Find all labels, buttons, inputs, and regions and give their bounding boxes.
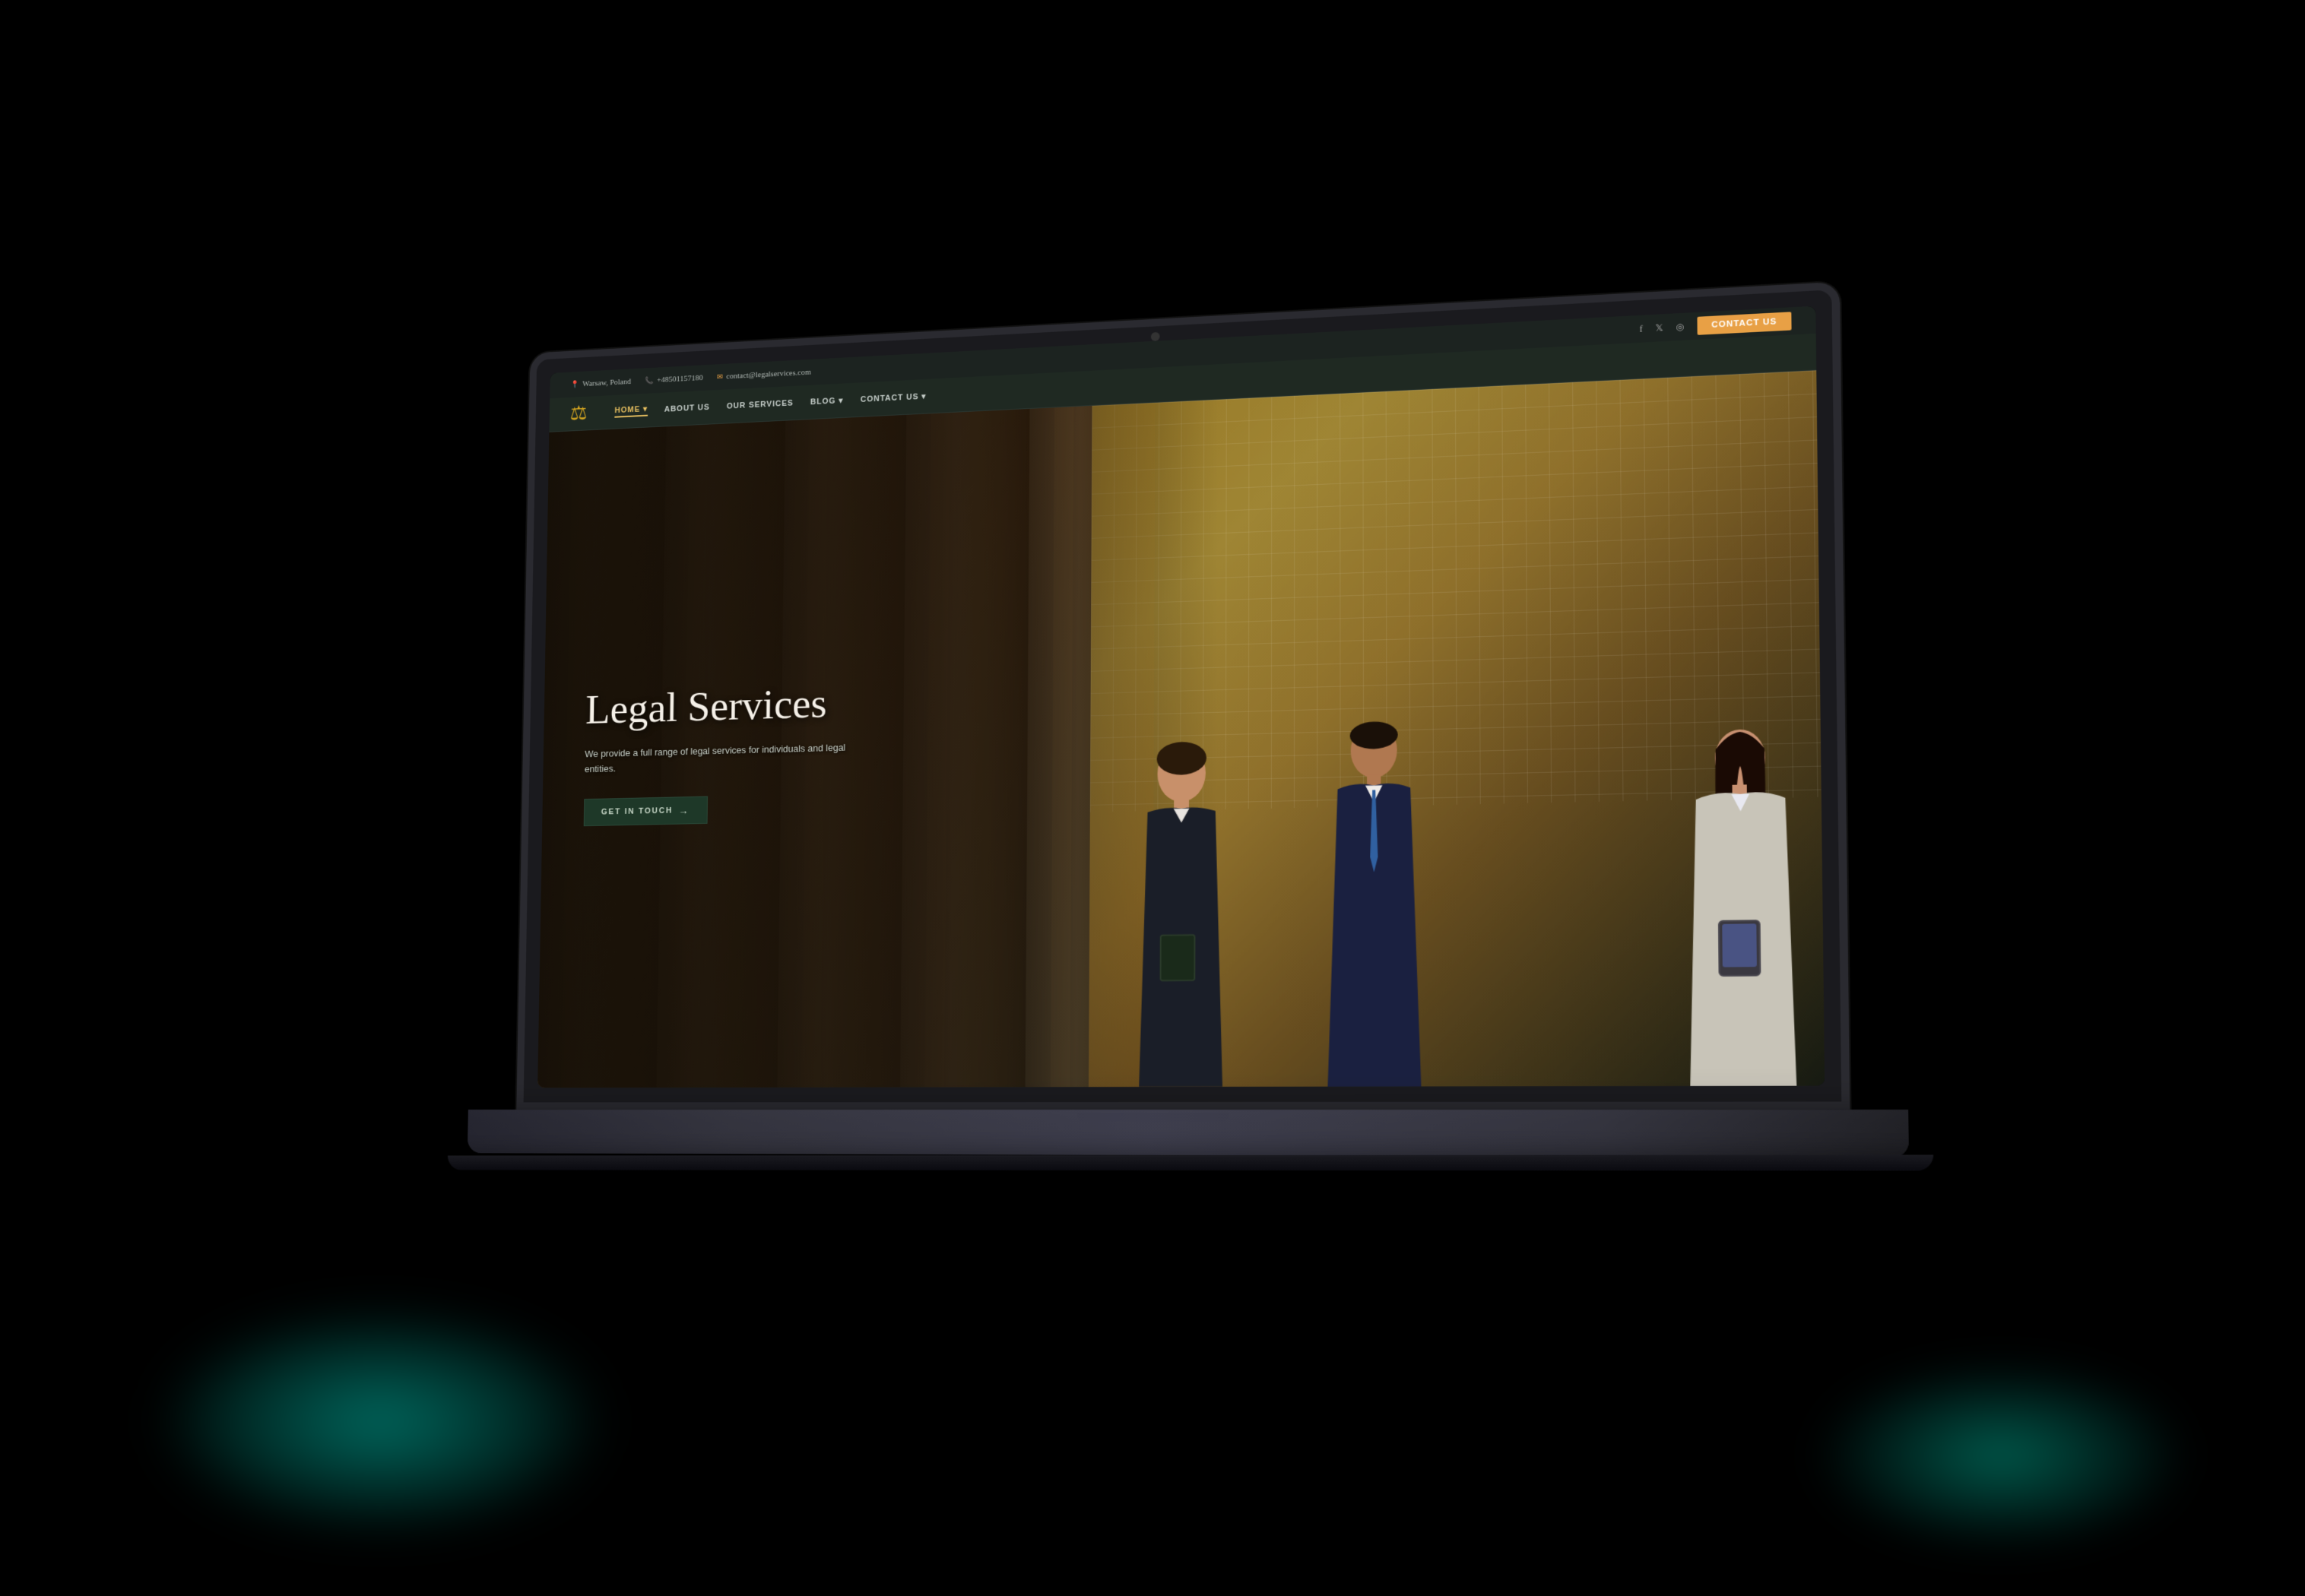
email-icon: ✉ xyxy=(717,373,723,382)
person-1 xyxy=(1124,559,1238,1087)
phone-icon: 📞 xyxy=(645,376,653,385)
teal-glow-right xyxy=(1811,1360,2191,1550)
person-1-svg xyxy=(1124,559,1238,1087)
blog-dropdown-icon: ▾ xyxy=(839,397,843,406)
person-2-svg xyxy=(1316,508,1433,1087)
laptop-bottom-edge xyxy=(448,1154,1933,1170)
email-text: contact@legalservices.com xyxy=(726,368,811,381)
top-bar-left: 📍 Warsaw, Poland 📞 +48501157180 ✉ contac… xyxy=(570,368,811,389)
hero-content: Legal Services We provide a full range o… xyxy=(541,634,897,870)
people-area xyxy=(1089,441,1825,1087)
screen-bezel: 📍 Warsaw, Poland 📞 +48501157180 ✉ contac… xyxy=(537,306,1825,1088)
laptop-base-surface xyxy=(468,1110,1909,1157)
person-3 xyxy=(1674,530,1809,1086)
nav-home[interactable]: HOME ▾ xyxy=(614,404,647,418)
top-bar-right: f 𝕏 ◎ CONTACT US xyxy=(1640,312,1792,337)
nav-blog[interactable]: BLOG ▾ xyxy=(810,396,843,407)
location-item: 📍 Warsaw, Poland xyxy=(570,378,631,389)
contact-dropdown-icon: ▾ xyxy=(921,392,926,401)
location-text: Warsaw, Poland xyxy=(582,378,631,388)
logo-icon: ⚖ xyxy=(570,404,588,424)
laptop: 📍 Warsaw, Poland 📞 +48501157180 ✉ contac… xyxy=(430,304,1875,1292)
email-item: ✉ contact@legalservices.com xyxy=(717,368,811,382)
facebook-icon[interactable]: f xyxy=(1640,323,1643,334)
person-2 xyxy=(1316,508,1433,1087)
twitter-icon[interactable]: 𝕏 xyxy=(1655,322,1663,334)
laptop-lid: 📍 Warsaw, Poland 📞 +48501157180 ✉ contac… xyxy=(516,282,1850,1110)
get-in-touch-button[interactable]: GET IN TOUCH → xyxy=(584,796,708,826)
hero-subtitle: We provide a full range of legal service… xyxy=(585,740,853,777)
teal-glow-left xyxy=(152,1307,608,1535)
nav-links: HOME ▾ ABOUT US OUR SERVICES BLOG ▾ CONT… xyxy=(614,390,926,418)
website: 📍 Warsaw, Poland 📞 +48501157180 ✉ contac… xyxy=(537,306,1825,1088)
nav-contact[interactable]: CONTACT US ▾ xyxy=(861,391,927,404)
nav-about[interactable]: ABOUT US xyxy=(664,403,710,413)
laptop-base xyxy=(468,1110,1909,1157)
logo: ⚖ xyxy=(570,404,588,424)
location-icon: 📍 xyxy=(570,381,579,389)
phone-text: +48501157180 xyxy=(657,374,703,385)
hero-section: Legal Services We provide a full range o… xyxy=(537,370,1825,1088)
cta-arrow: → xyxy=(678,804,690,816)
person-3-svg xyxy=(1674,530,1809,1086)
nav-services[interactable]: OUR SERVICES xyxy=(727,398,794,410)
home-dropdown-icon: ▾ xyxy=(643,405,648,413)
hero-title: Legal Services xyxy=(585,679,854,733)
instagram-icon[interactable]: ◎ xyxy=(1676,321,1684,333)
phone-item: 📞 +48501157180 xyxy=(645,374,703,385)
contact-us-button[interactable]: CONTACT US xyxy=(1697,312,1791,335)
